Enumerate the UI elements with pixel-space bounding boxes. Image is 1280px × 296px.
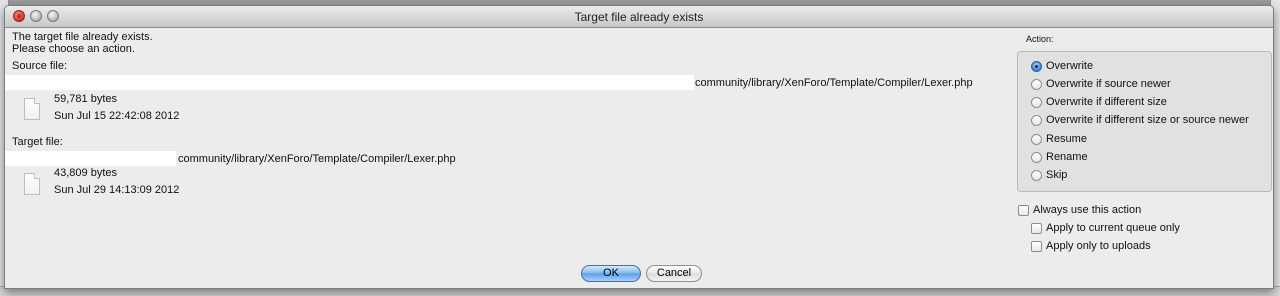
source-file-path: community/library/XenForo/Template/Compi… xyxy=(695,77,973,89)
apply-queue-label[interactable]: Apply to current queue only xyxy=(1046,222,1180,234)
apply-queue-checkbox[interactable] xyxy=(1031,223,1042,234)
cancel-button[interactable]: Cancel xyxy=(646,265,702,282)
message-line-1: The target file already exists. xyxy=(12,31,153,43)
resume-label[interactable]: Resume xyxy=(1046,133,1087,145)
apply-uploads-checkbox[interactable] xyxy=(1031,241,1042,252)
source-file-icon xyxy=(24,98,40,120)
source-file-size: 59,781 bytes xyxy=(54,93,117,105)
overwrite-if-size-label[interactable]: Overwrite if different size xyxy=(1046,96,1167,108)
title-bar[interactable]: Target file already exists xyxy=(5,6,1273,28)
always-use-label[interactable]: Always use this action xyxy=(1033,204,1141,216)
apply-uploads-label[interactable]: Apply only to uploads xyxy=(1046,240,1151,252)
window-title: Target file already exists xyxy=(574,10,704,24)
overwrite-label[interactable]: Overwrite xyxy=(1046,60,1093,72)
overwrite-if-newer-radio[interactable] xyxy=(1031,79,1042,90)
target-file-label: Target file: xyxy=(12,136,63,148)
skip-radio[interactable] xyxy=(1031,170,1042,181)
target-file-path: community/library/XenForo/Template/Compi… xyxy=(178,153,456,165)
action-group-label: Action: xyxy=(1026,34,1054,44)
overwrite-if-newer-label[interactable]: Overwrite if source newer xyxy=(1046,78,1171,90)
target-file-icon xyxy=(24,173,40,195)
target-file-size: 43,809 bytes xyxy=(54,167,117,179)
always-use-checkbox[interactable] xyxy=(1018,205,1029,216)
message-line-2: Please choose an action. xyxy=(12,43,135,55)
source-file-label: Source file: xyxy=(12,60,68,72)
overwrite-if-size-or-newer-radio[interactable] xyxy=(1031,115,1042,126)
ok-button[interactable]: OK xyxy=(581,265,641,282)
rename-label[interactable]: Rename xyxy=(1046,151,1088,163)
source-path-redacted xyxy=(5,75,694,90)
target-file-modified: Sun Jul 29 14:13:09 2012 xyxy=(54,184,180,196)
source-file-modified: Sun Jul 15 22:42:08 2012 xyxy=(54,110,180,122)
overwrite-if-size-radio[interactable] xyxy=(1031,97,1042,108)
resume-radio[interactable] xyxy=(1031,134,1042,145)
skip-label[interactable]: Skip xyxy=(1046,169,1067,181)
target-path-redacted xyxy=(5,151,176,166)
overwrite-radio[interactable] xyxy=(1031,61,1042,72)
file-exists-dialog: Target file already exists The target fi… xyxy=(4,5,1274,289)
overwrite-if-size-or-newer-label[interactable]: Overwrite if different size or source ne… xyxy=(1046,114,1249,126)
rename-radio[interactable] xyxy=(1031,152,1042,163)
